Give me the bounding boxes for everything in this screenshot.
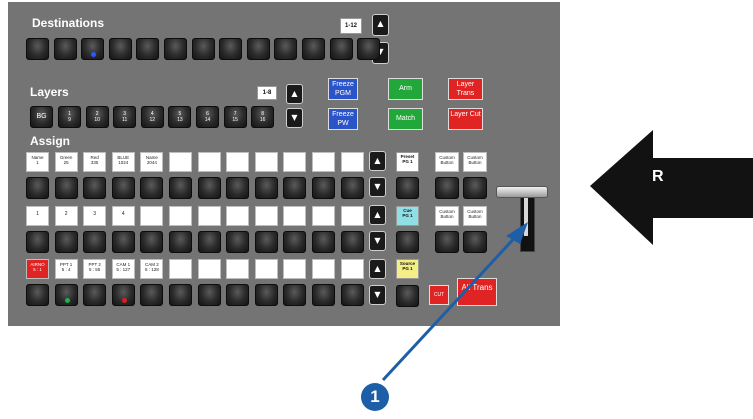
side-arrow-letter: R (652, 168, 664, 185)
left-arrow-icon (590, 130, 753, 245)
callout-arrowhead (506, 222, 528, 244)
callout-leader-line (381, 230, 522, 382)
callout-number-badge: 1 (361, 383, 389, 411)
